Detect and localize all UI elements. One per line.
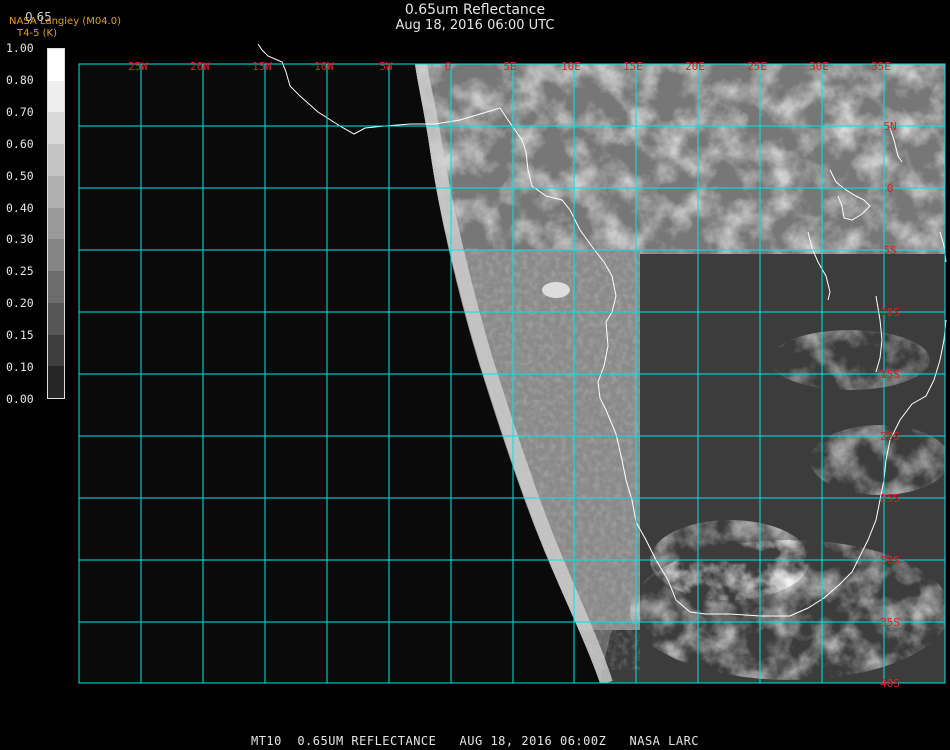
colorbar-segment: [48, 207, 64, 240]
longitude-label: 20E: [685, 60, 705, 73]
colorbar-segment: [48, 271, 64, 304]
longitude-label: 15W: [252, 60, 272, 73]
image-datetime: Aug 18, 2016 06:00 UTC: [395, 18, 555, 33]
latitude-label: 10S: [880, 306, 900, 319]
colorbar-segment: [48, 366, 64, 399]
longitude-label: 0: [445, 60, 452, 73]
longitude-label: 5W: [379, 60, 393, 73]
longitude-label: 10E: [561, 60, 581, 73]
longitude-label: 10W: [314, 60, 334, 73]
credit-producer: NASA Langley (M04.0): [9, 16, 121, 27]
latitude-label: 25S: [880, 492, 900, 505]
colorbar-tick-label: 0.80: [6, 72, 34, 87]
latitude-label: 0: [887, 182, 894, 195]
longitude-label: 35E: [871, 60, 891, 73]
credit-sub: T4-5 (K): [17, 28, 57, 39]
colorbar-tick-label: 0.15: [6, 328, 34, 343]
colorbar-segment: [48, 334, 64, 367]
colorbar-tick-label: 0.30: [6, 232, 34, 247]
colorbar-segment: [48, 144, 64, 177]
colorbar-tick-label: 0.20: [6, 296, 34, 311]
colorbar-segment: [48, 49, 64, 82]
latitude-label: 20S: [880, 430, 900, 443]
latitude-label: 15S: [880, 368, 900, 381]
image-title: 0.65um Reflectance: [404, 2, 546, 18]
colorbar-tick-label: 0.25: [6, 264, 34, 279]
longitude-label: 5E: [503, 60, 516, 73]
latitude-label: 30S: [880, 554, 900, 567]
colorbar-tick-label: 0.00: [6, 391, 34, 406]
latitude-label: 5S: [883, 244, 896, 257]
satellite-map: 25W 20W 15W 10W 5W 0 5E 10E 15E 20E 25E 30E 35E 5N 0 5…: [78, 43, 947, 690]
colorbar-segment: [48, 239, 64, 272]
credit-text: NASA Langley (M04.0) T4-5 (K): [9, 16, 121, 40]
longitude-label: 25W: [128, 60, 148, 73]
colorbar-tick-label: 0.70: [6, 104, 34, 119]
longitude-label: 30E: [809, 60, 829, 73]
colorbar-segment: [48, 175, 64, 209]
colorbar-segment: [48, 302, 64, 336]
colorbar-tick-label: 0.50: [6, 168, 34, 183]
colorbar-segment: [48, 112, 64, 145]
longitude-label: 20W: [190, 60, 210, 73]
longitude-label: 25E: [747, 60, 767, 73]
colorbar-tick-label: 0.60: [6, 136, 34, 151]
colorbar-tick-label: 0.10: [6, 360, 34, 374]
colorbar: [47, 48, 65, 399]
footer-caption: MT10 0.65UM REFLECTANCE AUG 18, 2016 06:…: [250, 734, 700, 748]
latitude-label: 5N: [883, 120, 896, 133]
longitude-label: 15E: [623, 60, 643, 73]
latitude-label: 40S: [880, 677, 900, 690]
colorbar-tick-label: 1.00: [6, 41, 34, 55]
latitude-label: 35S: [880, 616, 900, 629]
colorbar-segment: [48, 80, 64, 113]
colorbar-tick-label: 0.40: [6, 200, 34, 215]
